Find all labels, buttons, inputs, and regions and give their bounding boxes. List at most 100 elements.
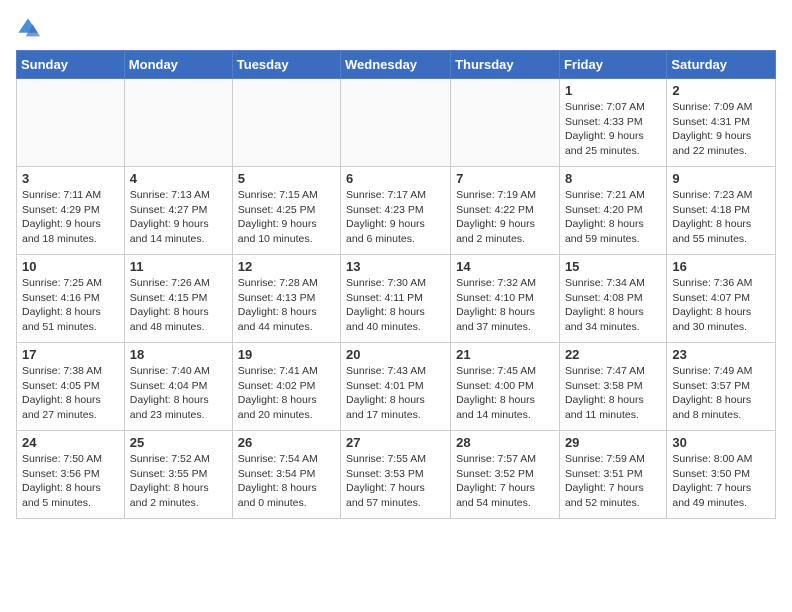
day-info: Sunrise: 7:13 AM Sunset: 4:27 PM Dayligh…: [130, 188, 227, 247]
day-info: Sunrise: 7:57 AM Sunset: 3:52 PM Dayligh…: [456, 452, 554, 511]
calendar-cell: 6Sunrise: 7:17 AM Sunset: 4:23 PM Daylig…: [341, 167, 451, 255]
day-number: 1: [565, 83, 661, 98]
day-info: Sunrise: 7:32 AM Sunset: 4:10 PM Dayligh…: [456, 276, 554, 335]
day-info: Sunrise: 7:49 AM Sunset: 3:57 PM Dayligh…: [672, 364, 770, 423]
calendar-week-row: 1 Sunrise: 7:07 AM Sunset: 4:33 PM Daylig…: [17, 79, 776, 167]
day-number: 19: [238, 347, 335, 362]
calendar-cell: 8 Sunrise: 7:21 AM Sunset: 4:20 PM Daylig…: [559, 167, 666, 255]
day-number: 16: [672, 259, 770, 274]
day-number: 11: [130, 259, 227, 274]
day-info: Sunrise: 7:15 AM Sunset: 4:25 PM Dayligh…: [238, 188, 335, 247]
day-number: 14: [456, 259, 554, 274]
day-info: Sunrise: 7:41 AM Sunset: 4:02 PM Dayligh…: [238, 364, 335, 423]
calendar-header-wednesday: Wednesday: [341, 51, 451, 79]
calendar-cell: 24 Sunrise: 7:50 AM Sunset: 3:56 PM Dayli…: [17, 431, 125, 519]
day-number: 15: [565, 259, 661, 274]
calendar-header-thursday: Thursday: [451, 51, 560, 79]
day-number: 29: [565, 435, 661, 450]
calendar-cell: 23Sunrise: 7:49 AM Sunset: 3:57 PM Dayli…: [667, 343, 776, 431]
day-info: Sunrise: 7:40 AM Sunset: 4:04 PM Dayligh…: [130, 364, 227, 423]
calendar-week-row: 24 Sunrise: 7:50 AM Sunset: 3:56 PM Dayli…: [17, 431, 776, 519]
day-info: Sunrise: 7:21 AM Sunset: 4:20 PM Dayligh…: [565, 188, 661, 247]
day-number: 27: [346, 435, 445, 450]
day-number: 21: [456, 347, 554, 362]
calendar-cell: 14 Sunrise: 7:32 AM Sunset: 4:10 PM Dayli…: [451, 255, 560, 343]
day-info: Sunrise: 7:52 AM Sunset: 3:55 PM Dayligh…: [130, 452, 227, 511]
day-number: 24: [22, 435, 119, 450]
day-number: 8: [565, 171, 661, 186]
day-number: 10: [22, 259, 119, 274]
day-number: 12: [238, 259, 335, 274]
day-number: 13: [346, 259, 445, 274]
calendar-cell: 16 Sunrise: 7:36 AM Sunset: 4:07 PM Dayli…: [667, 255, 776, 343]
day-info: Sunrise: 7:50 AM Sunset: 3:56 PM Dayligh…: [22, 452, 119, 511]
calendar-header-saturday: Saturday: [667, 51, 776, 79]
day-number: 3: [22, 171, 119, 186]
calendar-header-monday: Monday: [124, 51, 232, 79]
calendar-week-row: 3 Sunrise: 7:11 AM Sunset: 4:29 PM Daylig…: [17, 167, 776, 255]
calendar-cell: 30 Sunrise: 8:00 AM Sunset: 3:50 PM Dayli…: [667, 431, 776, 519]
calendar-cell: 29Sunrise: 7:59 AM Sunset: 3:51 PM Dayli…: [559, 431, 666, 519]
logo-icon: [16, 16, 40, 40]
day-number: 25: [130, 435, 227, 450]
calendar-cell: 1 Sunrise: 7:07 AM Sunset: 4:33 PM Daylig…: [559, 79, 666, 167]
day-number: 5: [238, 171, 335, 186]
day-number: 6: [346, 171, 445, 186]
calendar-cell: 22Sunrise: 7:47 AM Sunset: 3:58 PM Dayli…: [559, 343, 666, 431]
calendar-cell: 2Sunrise: 7:09 AM Sunset: 4:31 PM Daylig…: [667, 79, 776, 167]
day-info: Sunrise: 7:30 AM Sunset: 4:11 PM Dayligh…: [346, 276, 445, 335]
calendar-cell: 15 Sunrise: 7:34 AM Sunset: 4:08 PM Dayli…: [559, 255, 666, 343]
day-info: Sunrise: 7:38 AM Sunset: 4:05 PM Dayligh…: [22, 364, 119, 423]
calendar-cell: 20 Sunrise: 7:43 AM Sunset: 4:01 PM Dayli…: [341, 343, 451, 431]
day-number: 17: [22, 347, 119, 362]
calendar-cell: [451, 79, 560, 167]
day-info: Sunrise: 7:28 AM Sunset: 4:13 PM Dayligh…: [238, 276, 335, 335]
day-number: 18: [130, 347, 227, 362]
calendar-header-row: SundayMondayTuesdayWednesdayThursdayFrid…: [17, 51, 776, 79]
calendar-header-tuesday: Tuesday: [232, 51, 340, 79]
day-info: Sunrise: 8:00 AM Sunset: 3:50 PM Dayligh…: [672, 452, 770, 511]
day-number: 7: [456, 171, 554, 186]
calendar-cell: 3 Sunrise: 7:11 AM Sunset: 4:29 PM Daylig…: [17, 167, 125, 255]
calendar-cell: 7Sunrise: 7:19 AM Sunset: 4:22 PM Daylig…: [451, 167, 560, 255]
calendar-cell: 9 Sunrise: 7:23 AM Sunset: 4:18 PM Daylig…: [667, 167, 776, 255]
calendar-cell: [232, 79, 340, 167]
day-info: Sunrise: 7:11 AM Sunset: 4:29 PM Dayligh…: [22, 188, 119, 247]
day-info: Sunrise: 7:43 AM Sunset: 4:01 PM Dayligh…: [346, 364, 445, 423]
day-number: 20: [346, 347, 445, 362]
calendar-cell: [17, 79, 125, 167]
day-info: Sunrise: 7:47 AM Sunset: 3:58 PM Dayligh…: [565, 364, 661, 423]
calendar-cell: 25 Sunrise: 7:52 AM Sunset: 3:55 PM Dayli…: [124, 431, 232, 519]
logo: [16, 16, 44, 40]
calendar-cell: 11 Sunrise: 7:26 AM Sunset: 4:15 PM Dayli…: [124, 255, 232, 343]
day-info: Sunrise: 7:54 AM Sunset: 3:54 PM Dayligh…: [238, 452, 335, 511]
day-number: 2: [672, 83, 770, 98]
day-number: 26: [238, 435, 335, 450]
day-number: 30: [672, 435, 770, 450]
calendar-week-row: 10 Sunrise: 7:25 AM Sunset: 4:16 PM Dayli…: [17, 255, 776, 343]
day-info: Sunrise: 7:07 AM Sunset: 4:33 PM Dayligh…: [565, 100, 661, 159]
calendar-cell: 28Sunrise: 7:57 AM Sunset: 3:52 PM Dayli…: [451, 431, 560, 519]
calendar-cell: 18 Sunrise: 7:40 AM Sunset: 4:04 PM Dayli…: [124, 343, 232, 431]
day-info: Sunrise: 7:34 AM Sunset: 4:08 PM Dayligh…: [565, 276, 661, 335]
calendar-cell: 27 Sunrise: 7:55 AM Sunset: 3:53 PM Dayli…: [341, 431, 451, 519]
day-number: 4: [130, 171, 227, 186]
calendar-cell: 4 Sunrise: 7:13 AM Sunset: 4:27 PM Daylig…: [124, 167, 232, 255]
day-info: Sunrise: 7:55 AM Sunset: 3:53 PM Dayligh…: [346, 452, 445, 511]
calendar-table: SundayMondayTuesdayWednesdayThursdayFrid…: [16, 50, 776, 519]
day-info: Sunrise: 7:25 AM Sunset: 4:16 PM Dayligh…: [22, 276, 119, 335]
calendar-cell: 17 Sunrise: 7:38 AM Sunset: 4:05 PM Dayli…: [17, 343, 125, 431]
calendar-cell: 5 Sunrise: 7:15 AM Sunset: 4:25 PM Daylig…: [232, 167, 340, 255]
day-info: Sunrise: 7:45 AM Sunset: 4:00 PM Dayligh…: [456, 364, 554, 423]
calendar-cell: 19 Sunrise: 7:41 AM Sunset: 4:02 PM Dayli…: [232, 343, 340, 431]
day-number: 9: [672, 171, 770, 186]
day-info: Sunrise: 7:23 AM Sunset: 4:18 PM Dayligh…: [672, 188, 770, 247]
day-info: Sunrise: 7:36 AM Sunset: 4:07 PM Dayligh…: [672, 276, 770, 335]
calendar-cell: [124, 79, 232, 167]
calendar-cell: 26 Sunrise: 7:54 AM Sunset: 3:54 PM Dayli…: [232, 431, 340, 519]
calendar-cell: [341, 79, 451, 167]
page-header: [16, 16, 776, 40]
day-info: Sunrise: 7:26 AM Sunset: 4:15 PM Dayligh…: [130, 276, 227, 335]
calendar-header-sunday: Sunday: [17, 51, 125, 79]
calendar-cell: 12 Sunrise: 7:28 AM Sunset: 4:13 PM Dayli…: [232, 255, 340, 343]
